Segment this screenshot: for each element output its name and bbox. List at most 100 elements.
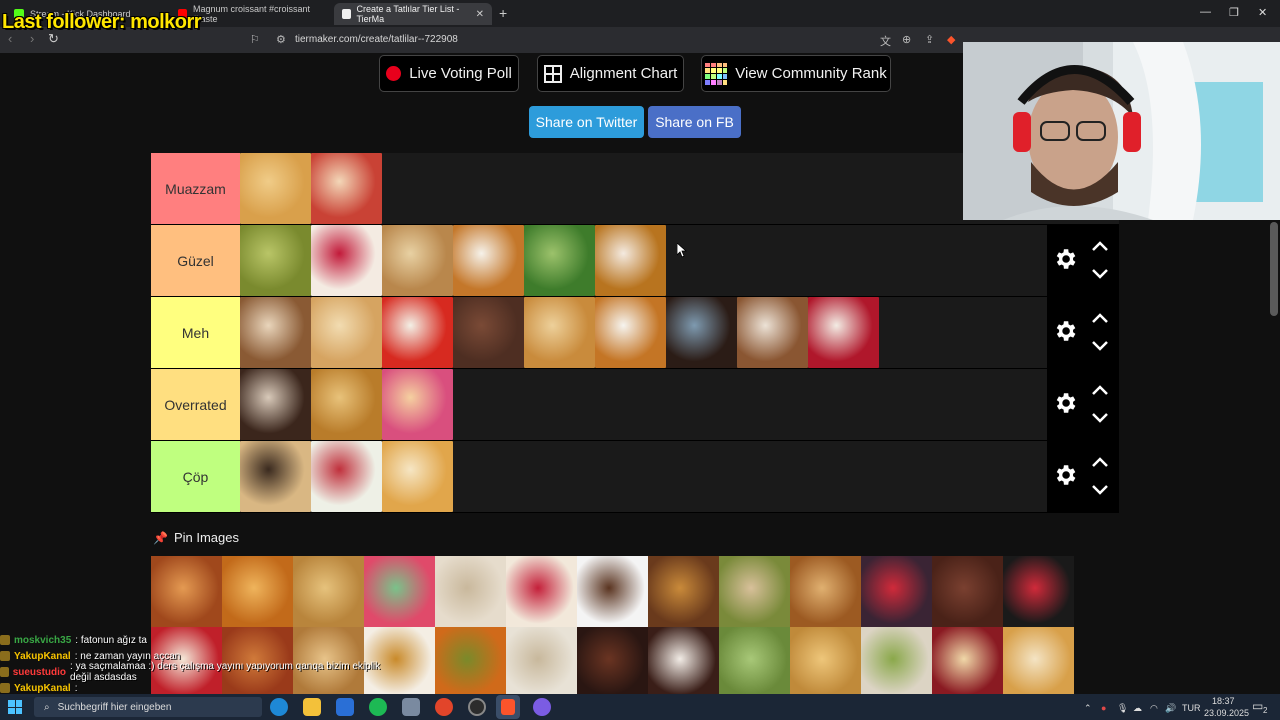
gear-icon[interactable] — [1052, 390, 1078, 416]
file-explorer-icon[interactable] — [303, 698, 321, 716]
pin-image[interactable] — [719, 627, 790, 698]
url-field[interactable]: tiermaker.com/create/tatlilar--722908 — [295, 34, 458, 45]
notifications-icon[interactable]: ▭ — [1252, 699, 1263, 713]
pin-image[interactable] — [222, 556, 293, 627]
minimize-icon[interactable]: — — [1200, 6, 1211, 18]
tray-chevron-icon[interactable]: ⌃ — [1084, 703, 1092, 714]
restore-icon[interactable]: ❐ — [1229, 6, 1239, 19]
chat-username[interactable]: YakupKanal — [14, 651, 71, 662]
chat-username[interactable]: YakupKanal — [14, 683, 71, 694]
share-twitter-button[interactable]: Share on Twitter — [529, 106, 644, 138]
page-scrollbar[interactable] — [1270, 222, 1278, 316]
tier-image-kunefe[interactable] — [595, 225, 666, 296]
gear-icon[interactable] — [1052, 246, 1078, 272]
chevron-down-icon[interactable] — [1091, 483, 1109, 497]
speaker-icon[interactable]: 🔊 — [1165, 703, 1176, 714]
site-settings-icon[interactable]: ⚙ — [276, 33, 286, 46]
obs-icon[interactable] — [468, 698, 486, 716]
tier-image-chocolate-bun[interactable] — [240, 369, 311, 440]
language-indicator[interactable]: TUR — [1182, 703, 1201, 713]
tier-image-apple-pie[interactable] — [311, 297, 382, 368]
tier-label[interactable]: Overrated — [151, 369, 240, 440]
taskbar-search[interactable]: ⌕ Suchbegriff hier eingeben — [34, 697, 262, 717]
chevron-down-icon[interactable] — [1091, 267, 1109, 281]
tier-image-ekmek-kadayifi[interactable] — [240, 297, 311, 368]
chat-username[interactable]: moskvich35 — [14, 635, 71, 646]
pin-image[interactable] — [435, 627, 506, 698]
alignment-chart-button[interactable]: Alignment Chart — [537, 55, 684, 92]
close-window-icon[interactable]: ✕ — [1258, 6, 1267, 19]
pin-image[interactable] — [648, 627, 719, 698]
pin-image[interactable] — [790, 627, 861, 698]
chevron-down-icon[interactable] — [1091, 411, 1109, 425]
tier-image-creme-brulee[interactable] — [595, 297, 666, 368]
gear-icon[interactable] — [1052, 318, 1078, 344]
microphone-icon[interactable]: 🎙 — [1117, 703, 1128, 714]
tier-label[interactable]: Güzel — [151, 225, 240, 296]
chat-username[interactable]: sueustudio — [13, 667, 66, 678]
tab-tiermaker[interactable]: Create a Tatlılar Tier List - TierMa ✕ — [334, 3, 492, 25]
brave-shield-icon[interactable]: ◆ — [947, 33, 955, 46]
close-tab-icon[interactable]: ✕ — [476, 9, 484, 20]
tier-image-kemalpasa[interactable] — [382, 225, 453, 296]
zoom-icon[interactable]: ⊕ — [902, 33, 911, 46]
tier-image-donuts[interactable] — [382, 369, 453, 440]
tier-image-red-velvet[interactable] — [808, 297, 879, 368]
tier-image-sobiyet[interactable] — [524, 297, 595, 368]
tier-image-cheesecake-2[interactable] — [382, 441, 453, 512]
tier-image-pismaniye[interactable] — [311, 441, 382, 512]
live-voting-poll-button[interactable]: Live Voting Poll — [379, 55, 519, 92]
pin-image[interactable] — [151, 556, 222, 627]
calculator-icon[interactable] — [402, 698, 420, 716]
edge-icon[interactable] — [270, 698, 288, 716]
pin-image[interactable] — [861, 627, 932, 698]
tier-image-brownie[interactable] — [453, 297, 524, 368]
tier-image-baklava-2[interactable] — [311, 369, 382, 440]
tier-image-cannoli[interactable] — [240, 441, 311, 512]
pin-image[interactable] — [790, 556, 861, 627]
pin-image[interactable] — [577, 556, 648, 627]
store-icon[interactable] — [336, 698, 354, 716]
pin-image[interactable] — [506, 556, 577, 627]
chevron-up-icon[interactable] — [1091, 239, 1109, 253]
discord-icon[interactable] — [533, 698, 551, 716]
pin-image[interactable] — [932, 556, 1003, 627]
tier-image-lokma[interactable] — [453, 225, 524, 296]
chevron-up-icon[interactable] — [1091, 455, 1109, 469]
tier-image-pistachio-cake[interactable] — [524, 225, 595, 296]
view-community-rank-button[interactable]: View Community Rank — [701, 55, 891, 92]
chrome-icon[interactable] — [435, 698, 453, 716]
pin-image[interactable] — [577, 627, 648, 698]
tier-image-eclair[interactable] — [666, 297, 737, 368]
pin-image[interactable] — [435, 556, 506, 627]
tier-label[interactable]: Meh — [151, 297, 240, 368]
tier-image-croissant[interactable] — [240, 153, 311, 224]
tier-label[interactable]: Muazzam — [151, 153, 240, 224]
tier-image-turkish-dessert-red[interactable] — [311, 153, 382, 224]
pin-image[interactable] — [364, 556, 435, 627]
pin-image[interactable] — [861, 556, 932, 627]
tier-label[interactable]: Çöp — [151, 441, 240, 512]
tier-image-red-dessert[interactable] — [382, 297, 453, 368]
pin-image[interactable] — [1003, 627, 1074, 698]
new-tab-button[interactable]: + — [499, 5, 507, 21]
tier-image-cheesecake[interactable] — [311, 225, 382, 296]
gear-icon[interactable] — [1052, 462, 1078, 488]
pin-image[interactable] — [1003, 556, 1074, 627]
pin-image[interactable] — [719, 556, 790, 627]
wifi-icon[interactable]: ◠ — [1150, 703, 1158, 714]
windows-start-icon[interactable] — [8, 700, 22, 714]
share-icon[interactable]: ⇪ — [925, 33, 934, 46]
pin-image[interactable] — [648, 556, 719, 627]
tier-image-baklava[interactable] — [240, 225, 311, 296]
chevron-up-icon[interactable] — [1091, 383, 1109, 397]
chevron-up-icon[interactable] — [1091, 311, 1109, 325]
tray-app-icon[interactable]: ● — [1101, 703, 1106, 713]
chevron-down-icon[interactable] — [1091, 339, 1109, 353]
pin-image[interactable] — [293, 556, 364, 627]
spotify-icon[interactable] — [369, 698, 387, 716]
share-fb-button[interactable]: Share on FB — [648, 106, 741, 138]
pin-image[interactable] — [932, 627, 1003, 698]
bookmark-icon[interactable]: ⚐ — [250, 33, 260, 46]
cloud-icon[interactable]: ☁ — [1133, 703, 1142, 714]
